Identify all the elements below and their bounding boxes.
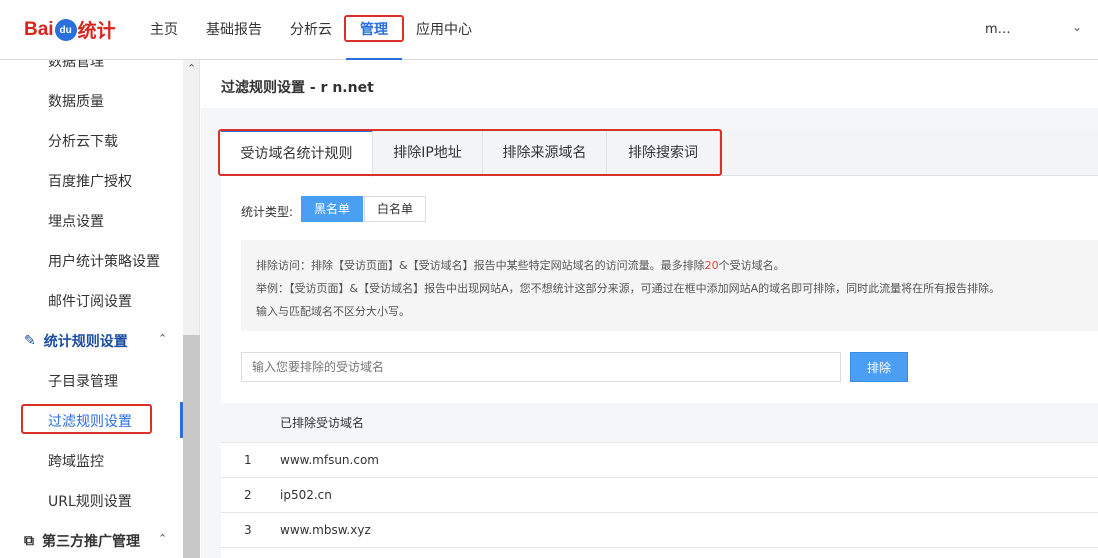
nav-home[interactable]: 主页 <box>136 0 192 60</box>
user-name[interactable]: m… <box>985 22 1011 37</box>
row-index: 3 <box>244 523 252 537</box>
row-domain: www.mfsun.com <box>280 453 379 467</box>
sidebar-item-subdir[interactable]: 子目录管理 <box>48 371 118 391</box>
sidebar-item-tracking[interactable]: 埋点设置 <box>48 211 104 231</box>
top-header: Bai du 统计 主页 基础报告 分析云 管理 应用中心 m… ⌄ <box>0 0 1098 61</box>
info-text: 个受访域名。 <box>718 259 785 272</box>
scrollbar-thumb[interactable] <box>183 335 200 558</box>
logo-text: 统计 <box>77 21 116 42</box>
main-content: 过滤规则设置 - r n.net 受访域名统计规则 排除IP地址 排除来源域名 … <box>201 60 1098 558</box>
copy-icon: ⧉ <box>24 533 34 549</box>
sidebar-item-cloud-download[interactable]: 分析云下载 <box>48 131 118 151</box>
chevron-up-icon[interactable]: ⌃ <box>158 332 167 345</box>
table-row: 1 www.mfsun.com <box>221 443 1098 478</box>
row-domain: ip502.cn <box>280 488 332 502</box>
nav-basic-reports[interactable]: 基础报告 <box>192 0 276 60</box>
exclude-button[interactable]: 排除 <box>850 352 908 382</box>
edit-icon: ✎ <box>24 333 36 349</box>
nav-analytics-cloud[interactable]: 分析云 <box>276 0 346 60</box>
row-domain: www.mbsw.xyz <box>280 523 371 537</box>
chevron-down-icon[interactable]: ⌄ <box>1072 20 1082 34</box>
tab-bar: 受访域名统计规则 排除IP地址 排除来源域名 排除搜索词 <box>218 129 1098 177</box>
main-nav: 主页 基础报告 分析云 管理 应用中心 <box>136 0 486 61</box>
info-line: 输入与匹配域名不区分大小写。 <box>256 305 410 318</box>
type-label: 统计类型: <box>241 205 294 219</box>
filter-card: 受访域名统计规则 排除IP地址 排除来源域名 排除搜索词 统计类型: 黑名单 白… <box>218 129 1098 558</box>
highlight-box <box>21 404 152 434</box>
paw-icon: du <box>54 18 77 41</box>
sidebar-item-data-manage[interactable]: 数据管理 <box>48 60 104 71</box>
blacklist-button[interactable]: 黑名单 <box>301 196 364 222</box>
nav-manage[interactable]: 管理 <box>344 0 404 61</box>
table-row: 3 www.mbsw.xyz <box>221 513 1098 548</box>
tab-exclude-ip[interactable]: 排除IP地址 <box>373 130 483 176</box>
row-index: 1 <box>244 453 252 467</box>
domain-input[interactable] <box>241 352 841 382</box>
info-line: 排除访问：排除【受访页面】&【受访域名】报告中某些特定网站域名的访问流量。最多排… <box>256 254 1098 277</box>
info-text: 排除访问：排除【受访页面】&【受访域名】报告中某些特定网站域名的访问流量。最多排… <box>256 259 705 272</box>
group-label: 统计规则设置 <box>43 334 128 350</box>
info-line: 举例：【受访页面】&【受访域名】报告中出现网站A，您不想统计这部分来源，可通过在… <box>256 282 1001 295</box>
tab-visited-domain-rules[interactable]: 受访域名统计规则 <box>221 130 373 177</box>
whitelist-button[interactable]: 白名单 <box>364 196 427 222</box>
row-index: 2 <box>244 488 252 502</box>
tab-exclude-referrer[interactable]: 排除来源域名 <box>483 130 607 176</box>
info-box: 排除访问：排除【受访页面】&【受访域名】报告中某些特定网站域名的访问流量。最多排… <box>241 240 1098 331</box>
sidebar-item-email[interactable]: 邮件订阅设置 <box>48 291 132 311</box>
sidebar-item-data-quality[interactable]: 数据质量 <box>48 91 104 111</box>
page-title: 过滤规则设置 - r n.net <box>201 60 1098 108</box>
sidebar-item-cross-domain[interactable]: 跨域监控 <box>48 451 104 471</box>
highlight-box <box>344 15 404 42</box>
table-row: 2 ip502.cn <box>221 478 1098 513</box>
sidebar-item-promo-auth[interactable]: 百度推广授权 <box>48 171 132 191</box>
baidu-tongji-logo[interactable]: Bai du 统计 <box>24 16 116 43</box>
table-header: 已排除受访域名 <box>221 403 1098 443</box>
logo-text: Bai <box>24 18 54 40</box>
sidebar-group-third-party[interactable]: ⧉ 第三方推广管理 <box>24 531 140 551</box>
sidebar-item-url-rules[interactable]: URL规则设置 <box>48 491 132 511</box>
sidebar-group-stat-rules[interactable]: ✎ 统计规则设置 <box>24 331 128 351</box>
chevron-up-icon[interactable]: ⌃ <box>187 62 196 75</box>
tab-exclude-keywords[interactable]: 排除搜索词 <box>607 130 720 176</box>
max-count: 20 <box>704 259 719 272</box>
group-label: 第三方推广管理 <box>42 534 140 550</box>
sidebar: 数据管理 数据质量 分析云下载 百度推广授权 埋点设置 用户统计策略设置 邮件订… <box>0 60 183 558</box>
chevron-up-icon[interactable]: ⌃ <box>158 532 167 545</box>
sidebar-scrollbar[interactable]: ⌃ <box>183 60 200 558</box>
sidebar-item-user-strategy[interactable]: 用户统计策略设置 <box>48 251 160 271</box>
nav-app-center[interactable]: 应用中心 <box>402 0 486 60</box>
